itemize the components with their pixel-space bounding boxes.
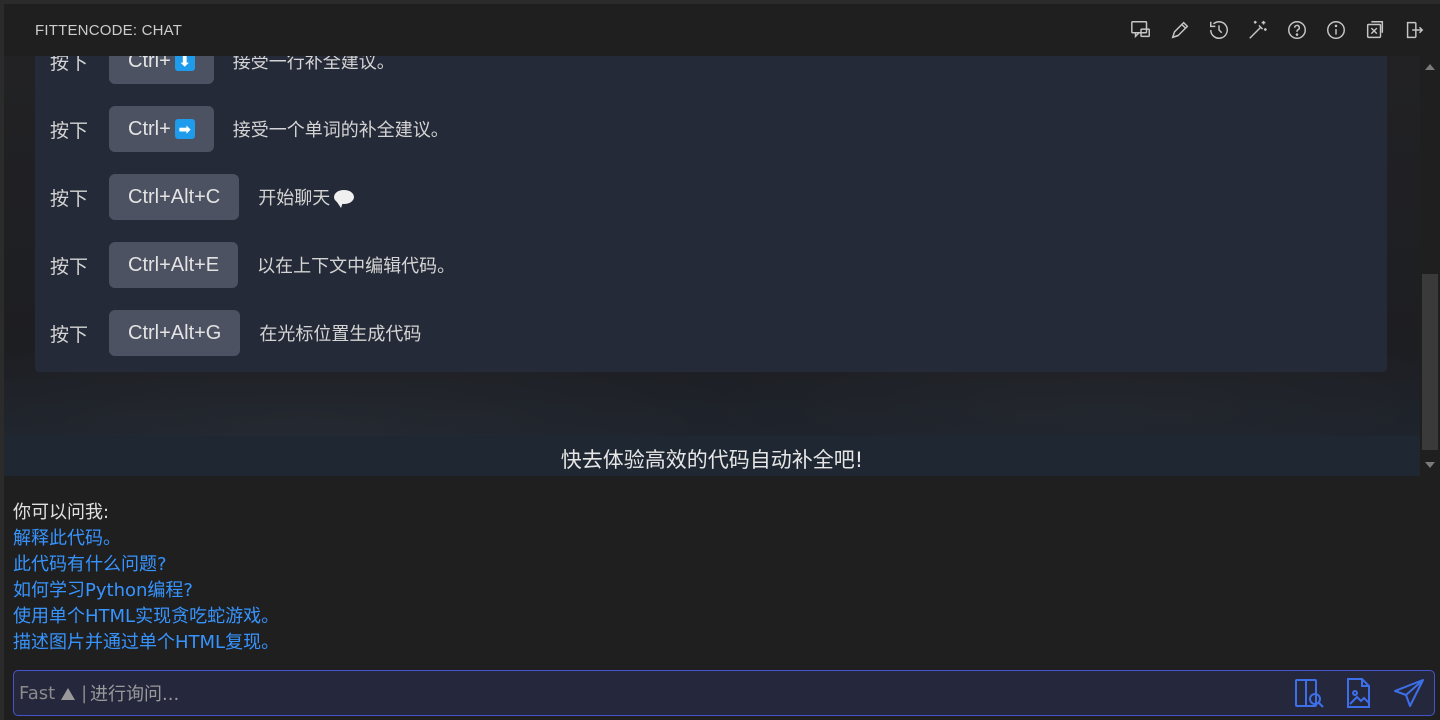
shortcut-description: 接受一行补全建议。 bbox=[232, 56, 395, 73]
suggestion-link[interactable]: 如何学习Python编程? bbox=[13, 578, 613, 604]
panel-title: FITTENCODE: CHAT bbox=[35, 22, 183, 39]
slogan-text: 快去体验高效的代码自动补全吧! bbox=[560, 448, 864, 472]
speech-bubble-icon bbox=[334, 190, 355, 208]
shortcut-row: 按下 Ctrl+Alt+C 开始聊天 bbox=[50, 174, 355, 220]
scrollbar-thumb[interactable] bbox=[1422, 274, 1438, 450]
suggestion-link[interactable]: 解释此代码。 bbox=[13, 526, 613, 552]
separator: | bbox=[81, 683, 88, 704]
history-icon[interactable] bbox=[1207, 18, 1231, 42]
shortcut-press-label: 按下 bbox=[50, 56, 89, 74]
shortcut-key: Ctrl+Alt+G bbox=[109, 310, 241, 356]
key-text: Ctrl+ bbox=[128, 117, 171, 140]
send-icon[interactable] bbox=[1391, 675, 1427, 711]
fittencode-chat-app: FITTENCODE: CHAT 按下 Ctrl+ ⬇ 接受一行补全建议。 按下… bbox=[0, 0, 1440, 720]
shortcut-row: 按下 Ctrl+Alt+G 在光标位置生成代码 bbox=[50, 310, 421, 356]
arrow-down-icon: ⬇ bbox=[174, 56, 195, 71]
shortcut-description: 开始聊天 bbox=[258, 184, 355, 210]
shortcut-description: 在光标位置生成代码 bbox=[259, 324, 422, 345]
shortcut-press-label: 按下 bbox=[50, 323, 89, 346]
shortcuts-panel: 按下 Ctrl+ ⬇ 接受一行补全建议。 按下 Ctrl+ ➡ 接受一个单词的补全建… bbox=[35, 56, 1387, 372]
close-panel-icon[interactable] bbox=[1363, 18, 1387, 42]
shortcut-key: Ctrl+ ⬇ bbox=[109, 56, 214, 84]
shortcut-press-label: 按下 bbox=[50, 255, 89, 278]
suggestion-link[interactable]: 此代码有什么问题? bbox=[13, 552, 613, 578]
shortcut-press-label: 按下 bbox=[50, 119, 89, 142]
suggestions-title: 你可以问我: bbox=[13, 502, 110, 523]
toolbar bbox=[1129, 18, 1426, 42]
shortcut-key: Ctrl+ ➡ bbox=[109, 106, 214, 152]
mode-label: Fast bbox=[19, 683, 56, 704]
arrow-right-icon: ➡ bbox=[174, 119, 195, 139]
shortcut-row: 按下 Ctrl+Alt+E 以在上下文中编辑代码。 bbox=[50, 242, 455, 288]
pencil-icon[interactable] bbox=[1168, 18, 1192, 42]
suggested-questions: 你可以问我: 解释此代码。 此代码有什么问题? 如何学习Python编程? 使用… bbox=[13, 500, 613, 656]
chat-input-bar: Fast | bbox=[13, 670, 1435, 716]
shortcut-row: 按下 Ctrl+ ➡ 接受一个单词的补全建议。 bbox=[50, 106, 449, 152]
suggestion-link[interactable]: 描述图片并通过单个HTML复现。 bbox=[13, 630, 613, 656]
header: FITTENCODE: CHAT bbox=[4, 0, 1440, 56]
mode-selector[interactable]: Fast | bbox=[19, 683, 93, 704]
shortcut-row: 按下 Ctrl+ ⬇ 接受一行补全建议。 bbox=[50, 56, 395, 84]
scroll-down-arrow-icon[interactable] bbox=[1425, 462, 1435, 468]
scrollbar[interactable] bbox=[1420, 56, 1440, 476]
desc-text: 开始聊天 bbox=[258, 188, 331, 209]
shortcut-press-label: 按下 bbox=[50, 187, 89, 210]
suggestion-link[interactable]: 使用单个HTML实现贪吃蛇游戏。 bbox=[13, 604, 613, 630]
search-code-icon[interactable] bbox=[1291, 675, 1327, 711]
input-actions bbox=[1291, 675, 1427, 711]
magic-wand-icon[interactable] bbox=[1246, 18, 1270, 42]
shortcut-description: 以在上下文中编辑代码。 bbox=[257, 256, 456, 277]
key-text: Ctrl+ bbox=[128, 56, 171, 72]
chat-new-icon[interactable] bbox=[1129, 18, 1153, 42]
scroll-up-arrow-icon[interactable] bbox=[1425, 64, 1435, 70]
info-icon[interactable] bbox=[1324, 18, 1348, 42]
triangle-up-icon bbox=[61, 687, 76, 700]
chat-input[interactable] bbox=[90, 681, 1270, 707]
logout-icon[interactable] bbox=[1402, 18, 1426, 42]
image-upload-icon[interactable] bbox=[1341, 675, 1377, 711]
shortcut-key: Ctrl+Alt+E bbox=[109, 242, 239, 288]
shortcut-description: 接受一个单词的补全建议。 bbox=[232, 120, 449, 141]
shortcut-key: Ctrl+Alt+C bbox=[109, 174, 240, 220]
chat-scroll-area[interactable]: 按下 Ctrl+ ⬇ 接受一行补全建议。 按下 Ctrl+ ➡ 接受一个单词的补全建… bbox=[4, 56, 1420, 476]
help-icon[interactable] bbox=[1285, 18, 1309, 42]
